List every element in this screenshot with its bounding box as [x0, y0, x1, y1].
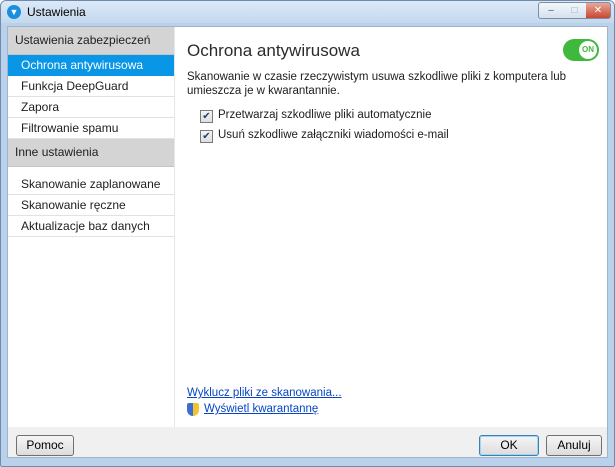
sidebar-group-other: Inne ustawienia: [8, 139, 174, 167]
sidebar-item-database-updates[interactable]: Aktualizacje baz danych: [8, 216, 174, 237]
main-panel: Ochrona antywirusowa ON Skanowanie w cza…: [174, 27, 607, 427]
minimize-button[interactable]: –: [538, 2, 564, 19]
window-title: Ustawienia: [27, 5, 86, 19]
help-button[interactable]: Pomoc: [16, 435, 74, 456]
sidebar-group-security: Ustawienia zabezpieczeń: [8, 27, 174, 55]
sidebar-item-scheduled-scan[interactable]: Skanowanie zaplanowane: [8, 174, 174, 195]
sidebar-item-spam-filter[interactable]: Filtrowanie spamu: [8, 118, 174, 139]
close-button[interactable]: ✕: [586, 2, 611, 19]
remove-attachments-checkbox[interactable]: ✔: [200, 130, 213, 143]
description-text: Skanowanie w czasie rzeczywistym usuwa s…: [187, 71, 567, 97]
sidebar-item-deepguard[interactable]: Funkcja DeepGuard: [8, 76, 174, 97]
ok-button[interactable]: OK: [479, 435, 539, 456]
sidebar-item-antivirus[interactable]: Ochrona antywirusowa: [8, 55, 174, 76]
auto-process-checkbox[interactable]: ✔: [200, 110, 213, 123]
exclude-files-link[interactable]: Wyklucz pliki ze skanowania...: [187, 387, 342, 399]
antivirus-toggle[interactable]: ON: [563, 39, 599, 61]
sidebar: Ustawienia zabezpieczeń Ochrona antywiru…: [8, 27, 174, 427]
settings-window: ▼ Ustawienia – □ ✕ Ustawienia zabezpiecz…: [0, 0, 615, 467]
auto-process-label[interactable]: Przetwarzaj szkodliwe pliki automatyczni…: [218, 109, 431, 121]
sidebar-item-firewall[interactable]: Zapora: [8, 97, 174, 118]
page-title: Ochrona antywirusowa: [187, 41, 360, 60]
sidebar-item-manual-scan[interactable]: Skanowanie ręczne: [8, 195, 174, 216]
shield-icon: [187, 403, 199, 416]
app-shield-icon: ▼: [7, 5, 21, 19]
toggle-label: ON: [579, 41, 597, 59]
maximize-button[interactable]: □: [563, 2, 587, 19]
cancel-button[interactable]: Anuluj: [546, 435, 602, 456]
title-bar[interactable]: ▼ Ustawienia – □ ✕: [1, 1, 614, 23]
view-quarantine-link[interactable]: Wyświetl kwarantannę: [204, 403, 318, 415]
client-area: Ustawienia zabezpieczeń Ochrona antywiru…: [7, 26, 608, 458]
remove-attachments-label[interactable]: Usuń szkodliwe załączniki wiadomości e-m…: [218, 129, 449, 141]
